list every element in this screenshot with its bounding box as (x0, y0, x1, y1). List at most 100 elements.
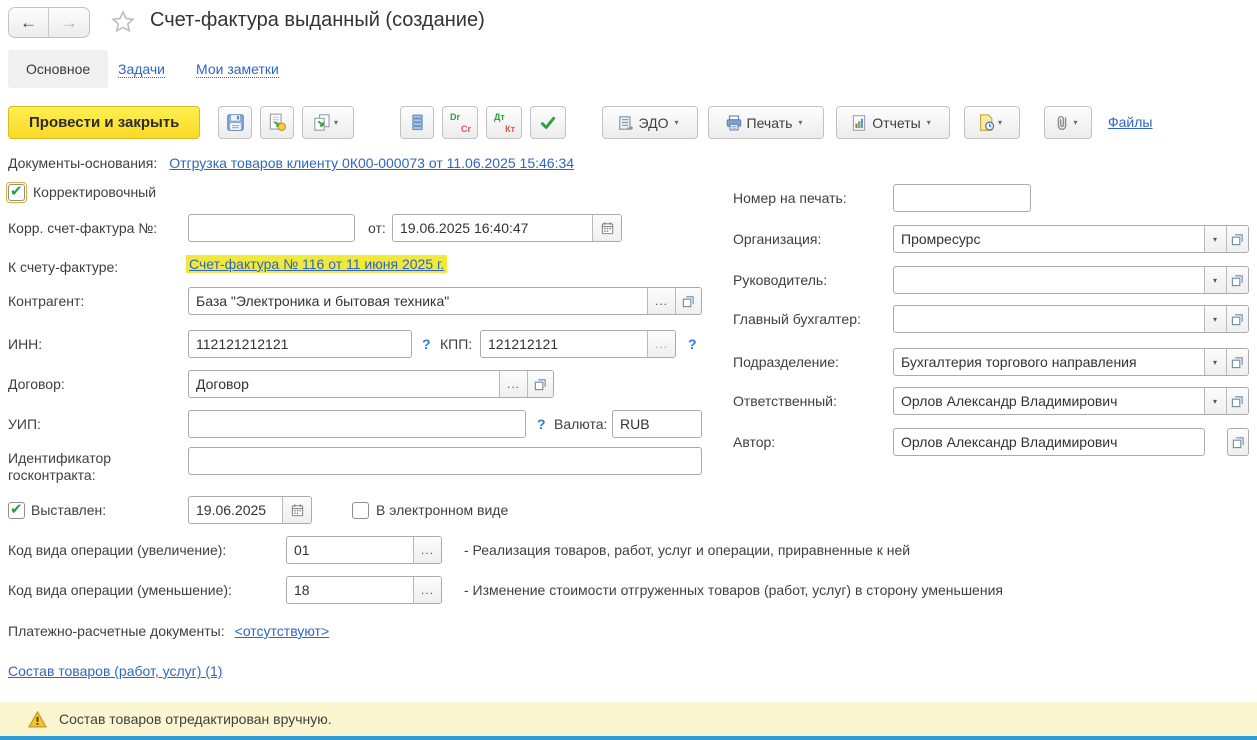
op-code-decrease-select-button[interactable]: ... (413, 577, 441, 603)
manager-input[interactable] (894, 267, 1204, 293)
edo-button[interactable]: ЭДО ▾ (602, 106, 698, 139)
counterparty-label: Контрагент: (8, 293, 84, 309)
invoice-form-window: ← → Счет-фактура выданный (создание) Осн… (0, 0, 1257, 740)
op-code-increase-label: Код вида операции (увеличение): (8, 542, 226, 558)
payment-docs-label: Платежно-расчетные документы: (8, 623, 225, 639)
edo-dropdown[interactable]: ▾ (674, 118, 678, 127)
paperclip-icon (1053, 114, 1071, 132)
favorite-star-icon[interactable] (110, 9, 136, 35)
create-based-on-dropdown[interactable]: ▾ (334, 118, 338, 127)
corrective-checkbox[interactable] (8, 184, 25, 201)
corr-datetime-calendar-button[interactable] (592, 215, 621, 241)
responsible-dropdown-button[interactable]: ▾ (1204, 388, 1226, 414)
forward-button[interactable]: → (49, 8, 89, 37)
contract-label: Договор: (8, 376, 65, 392)
kpp-select-button[interactable]: ... (647, 331, 675, 357)
reports-dropdown[interactable]: ▾ (927, 118, 931, 127)
organization-input[interactable] (894, 226, 1204, 252)
dt-kt-button[interactable]: ДтКт (486, 106, 522, 139)
chief-accountant-label: Главный бухгалтер: (733, 311, 861, 327)
chief-accountant-open-button[interactable] (1226, 306, 1248, 332)
register-records-button[interactable] (400, 106, 434, 139)
corr-number-input[interactable] (189, 215, 354, 241)
attachments-dropdown[interactable]: ▾ (1073, 118, 1077, 127)
contract-select-button[interactable]: ... (499, 371, 527, 397)
manager-open-button[interactable] (1226, 267, 1248, 293)
currency-input[interactable] (613, 411, 701, 437)
contract-open-button[interactable] (527, 371, 553, 397)
corr-datetime-input[interactable] (393, 215, 592, 241)
tab-my-notes[interactable]: Мои заметки (196, 61, 279, 78)
save-button[interactable] (218, 106, 252, 139)
history-nav: ← → (8, 7, 90, 38)
manager-dropdown-button[interactable]: ▾ (1204, 267, 1226, 293)
dr-cr-button[interactable]: DrCr (442, 106, 478, 139)
responsible-open-button[interactable] (1226, 388, 1248, 414)
warning-text: Состав товаров отредактирован вручную. (59, 711, 332, 727)
goods-composition-link[interactable]: Состав товаров (работ, услуг) (1) (8, 663, 222, 679)
payment-docs-link[interactable]: <отсутствуют> (235, 623, 330, 639)
inn-help-icon[interactable]: ? (422, 336, 431, 352)
electronic-checkbox[interactable] (352, 502, 369, 519)
attachments-button[interactable]: ▾ (1044, 106, 1092, 139)
tab-main[interactable]: Основное (8, 50, 108, 88)
inn-input[interactable] (189, 331, 411, 357)
kpp-help-icon[interactable]: ? (688, 336, 697, 352)
responsible-label: Ответственный: (733, 393, 837, 409)
department-input[interactable] (894, 349, 1204, 375)
issued-checkbox[interactable] (8, 502, 25, 519)
tab-tasks[interactable]: Задачи (118, 61, 165, 78)
print-number-input[interactable] (894, 185, 1030, 211)
op-code-increase-input[interactable] (287, 537, 413, 563)
organization-open-button[interactable] (1226, 226, 1248, 252)
department-open-button[interactable] (1226, 349, 1248, 375)
op-code-decrease-label: Код вида операции (уменьшение): (8, 582, 232, 598)
corr-date-ot-label: от: (368, 220, 386, 236)
files-link[interactable]: Файлы (1108, 114, 1152, 130)
schedule-dropdown[interactable]: ▾ (998, 118, 1002, 127)
contract-input[interactable] (189, 371, 499, 397)
uip-input[interactable] (189, 411, 525, 437)
chief-accountant-input[interactable] (894, 306, 1204, 332)
print-button[interactable]: Печать ▾ (708, 106, 824, 139)
chief-accountant-dropdown-button[interactable]: ▾ (1204, 306, 1226, 332)
responsible-input[interactable] (894, 388, 1204, 414)
check-fill-button[interactable] (530, 106, 566, 139)
counterparty-input[interactable] (189, 288, 647, 314)
reports-chart-icon (850, 114, 868, 132)
print-number-label: Номер на печать: (733, 190, 847, 206)
dr-cr-icon: DrCr (449, 112, 471, 134)
author-label: Автор: (733, 434, 775, 450)
uip-help-icon[interactable]: ? (537, 416, 546, 432)
issued-date-calendar-button[interactable] (282, 497, 311, 523)
post-document-icon (268, 113, 287, 132)
base-docs-link[interactable]: Отгрузка товаров клиенту 0К00-000073 от … (169, 155, 574, 171)
gov-contract-input[interactable] (189, 448, 701, 474)
author-input[interactable] (894, 429, 1204, 455)
currency-label: Валюта: (554, 416, 607, 432)
post-document-button[interactable] (260, 106, 294, 139)
page-title: Счет-фактура выданный (создание) (150, 9, 485, 32)
reports-button[interactable]: Отчеты ▾ (836, 106, 950, 139)
counterparty-select-button[interactable]: ... (647, 288, 675, 314)
inn-label: ИНН: (8, 336, 42, 352)
kpp-input[interactable] (481, 331, 647, 357)
green-check-icon (539, 114, 557, 132)
issued-date-input[interactable] (189, 497, 282, 523)
op-code-increase-select-button[interactable]: ... (413, 537, 441, 563)
create-based-on-button[interactable]: ▾ (302, 106, 354, 139)
print-dropdown[interactable]: ▾ (798, 118, 802, 127)
author-open-button[interactable] (1227, 428, 1249, 456)
save-icon (226, 113, 245, 132)
edo-icon (617, 114, 635, 132)
department-dropdown-button[interactable]: ▾ (1204, 349, 1226, 375)
to-invoice-link[interactable]: Счет-фактура № 116 от 11 июня 2025 г. (186, 255, 447, 273)
schedule-document-button[interactable]: ▾ (964, 106, 1020, 139)
back-button[interactable]: ← (9, 8, 49, 37)
counterparty-open-button[interactable] (675, 288, 701, 314)
corrective-label: Корректировочный (33, 184, 156, 200)
post-and-close-button[interactable]: Провести и закрыть (8, 106, 200, 139)
manager-label: Руководитель: (733, 272, 827, 288)
op-code-decrease-input[interactable] (287, 577, 413, 603)
organization-dropdown-button[interactable]: ▾ (1204, 226, 1226, 252)
